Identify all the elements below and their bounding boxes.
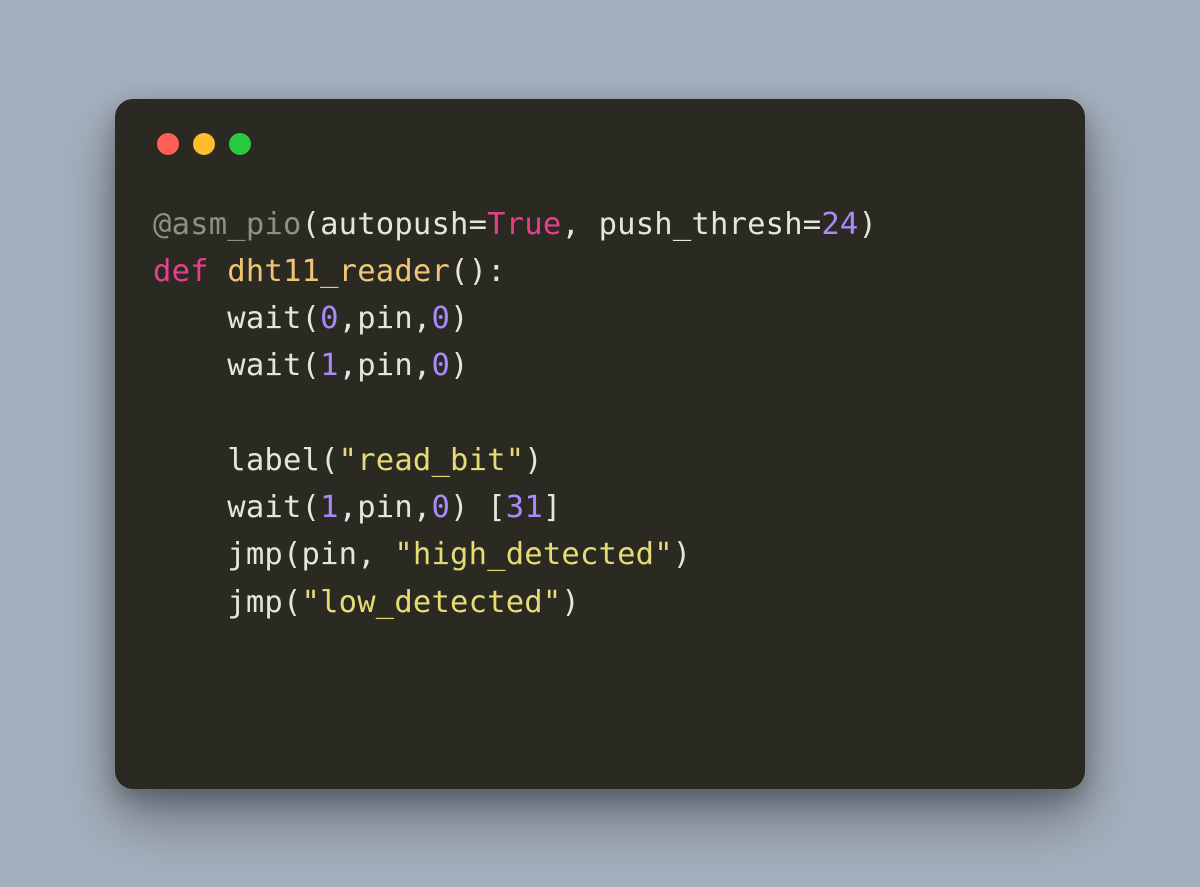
code-text: ) <box>858 207 877 242</box>
indent <box>153 537 227 572</box>
window-controls <box>157 133 1047 155</box>
decorator: @asm_pio <box>153 207 302 242</box>
number-literal: 24 <box>821 207 858 242</box>
string-literal: "read_bit" <box>339 443 525 478</box>
minimize-icon[interactable] <box>193 133 215 155</box>
code-text: push_thresh= <box>599 207 822 242</box>
code-text: (): <box>450 254 506 289</box>
number-literal: 0 <box>432 348 451 383</box>
number-literal: 1 <box>320 490 339 525</box>
number-literal: 0 <box>432 490 451 525</box>
code-text: jmp(pin, <box>227 537 394 572</box>
string-literal: "low_detected" <box>302 585 562 620</box>
code-text: ) <box>673 537 692 572</box>
code-text: ,pin, <box>339 301 432 336</box>
code-text: ) <box>561 585 580 620</box>
keyword-def: def <box>153 254 227 289</box>
code-text: ( <box>302 207 321 242</box>
code-text: wait( <box>227 301 320 336</box>
string-literal: "high_detected" <box>394 537 672 572</box>
code-text: label( <box>227 443 338 478</box>
keyword-true: True <box>487 207 561 242</box>
code-text: , <box>561 207 598 242</box>
code-text: ,pin, <box>339 490 432 525</box>
code-text: ) <box>450 348 469 383</box>
code-text: ,pin, <box>339 348 432 383</box>
number-literal: 31 <box>506 490 543 525</box>
code-block: @asm_pio(autopush=True, push_thresh=24 ) … <box>153 201 1047 626</box>
number-literal: 1 <box>320 348 339 383</box>
function-name: dht11_reader <box>227 254 450 289</box>
indent <box>153 301 227 336</box>
close-icon[interactable] <box>157 133 179 155</box>
number-literal: 0 <box>320 301 339 336</box>
maximize-icon[interactable] <box>229 133 251 155</box>
code-text: autopush= <box>320 207 487 242</box>
code-text: jmp( <box>227 585 301 620</box>
indent <box>153 348 227 383</box>
code-text: ] <box>543 490 562 525</box>
code-text: wait( <box>227 490 320 525</box>
code-text: ) [ <box>450 490 506 525</box>
indent <box>153 490 227 525</box>
code-window: @asm_pio(autopush=True, push_thresh=24 ) … <box>115 99 1085 789</box>
code-text: ) <box>450 301 469 336</box>
number-literal: 0 <box>432 301 451 336</box>
code-text: ) <box>524 443 543 478</box>
indent <box>153 585 227 620</box>
indent <box>153 443 227 478</box>
code-text: wait( <box>227 348 320 383</box>
